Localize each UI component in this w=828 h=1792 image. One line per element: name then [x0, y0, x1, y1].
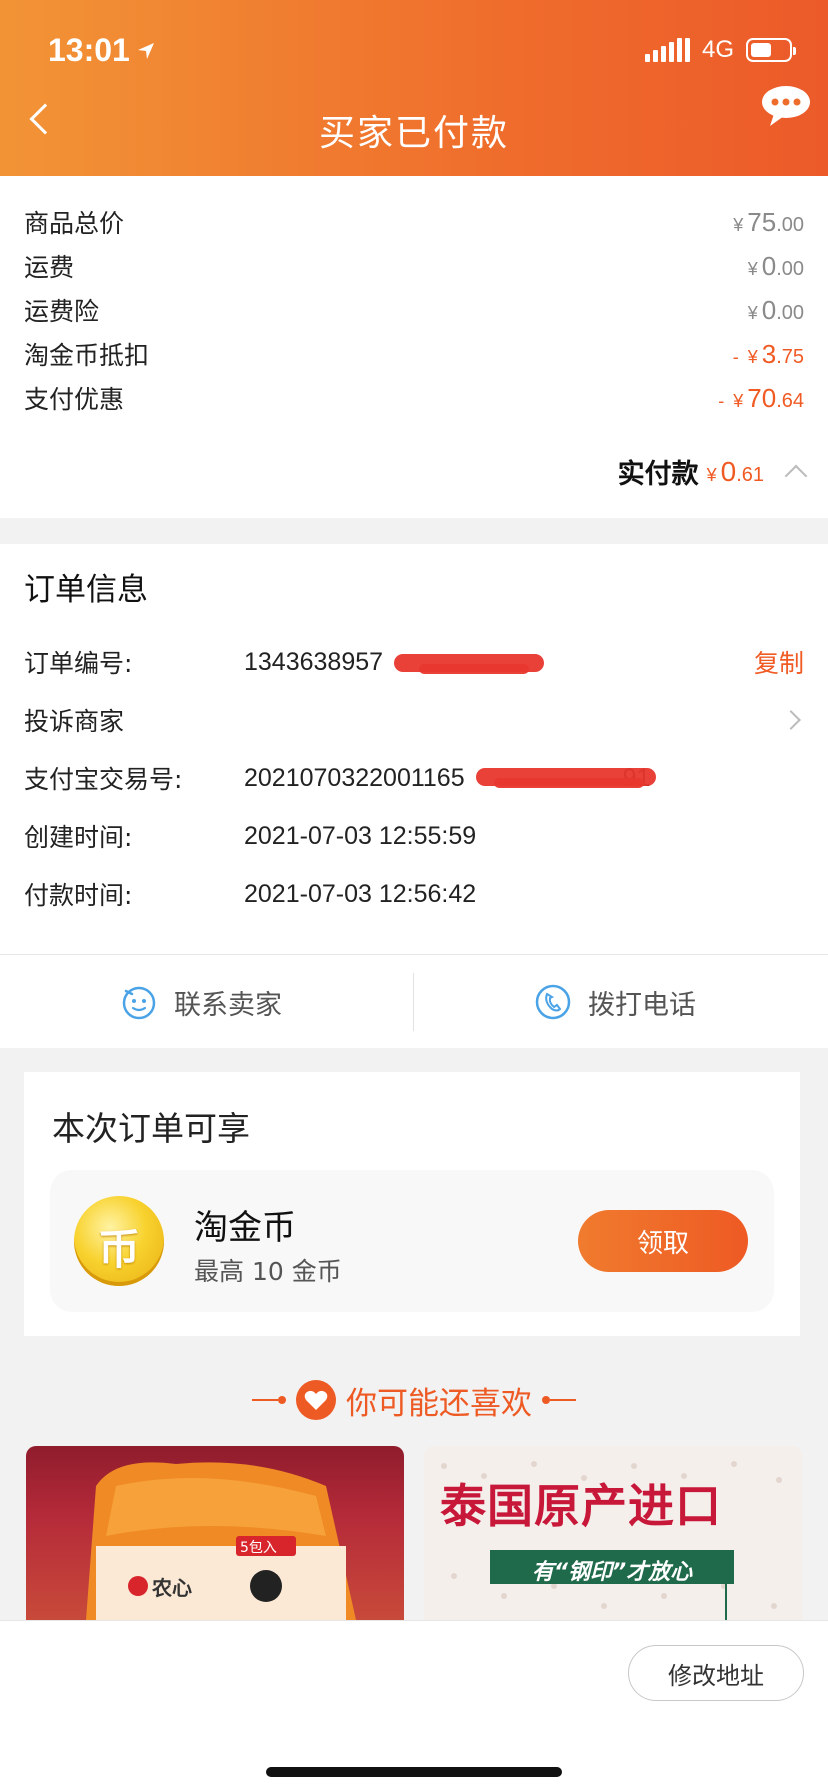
contact-seller-button[interactable]: 联系卖家	[120, 955, 282, 1049]
price-label: 商品总价	[24, 209, 125, 238]
coin-name: 淘金币	[194, 1208, 296, 1248]
order-info: 订单信息 订单编号: 1343638957 复制 投诉商家 支付宝交易号: 20…	[0, 544, 828, 954]
product-image-noodles	[86, 1462, 356, 1620]
call-phone-label: 拨打电话	[588, 989, 696, 1021]
price-value: - ¥3.75	[732, 338, 804, 369]
contact-seller-label: 联系卖家	[174, 989, 282, 1021]
recommend-title: 你可能还喜欢	[346, 1385, 532, 1422]
call-phone-button[interactable]: 拨打电话	[534, 955, 696, 1049]
bottom-action-bar: 修改地址	[0, 1620, 828, 1792]
coin-subtitle: 最高 10 金币	[194, 1257, 342, 1286]
chevron-up-icon[interactable]	[784, 464, 808, 487]
heart-icon	[296, 1380, 336, 1420]
decor-line-left	[252, 1396, 286, 1404]
price-row-total: 商品总价 ¥75.00	[24, 200, 804, 244]
price-value: - ¥70.64	[718, 382, 804, 413]
price-label: 运费	[24, 253, 75, 282]
redaction-mark	[494, 777, 644, 788]
contact-bar: 联系卖家 拨打电话	[0, 954, 828, 1048]
price-label: 淘金币抵扣	[24, 341, 150, 370]
alipay-number-row: 支付宝交易号: 202107032200116591	[24, 756, 804, 800]
actual-payment-label: 实付款	[617, 459, 699, 490]
status-indicators: 4G	[644, 36, 796, 64]
price-value: ¥75.00	[733, 206, 804, 237]
product-headline: 泰国原产进口	[440, 1479, 722, 1533]
price-row-shipping: 运费 ¥0.00	[24, 244, 804, 288]
price-row-coin-deduction: 淘金币抵扣 - ¥3.75	[24, 332, 804, 376]
product-card-1[interactable]: 农心 5包入	[26, 1446, 404, 1620]
coin-reward-card: 币 淘金币 最高 10 金币 领取	[50, 1170, 774, 1312]
actual-payment-value: ¥0.61	[706, 455, 764, 487]
battery-icon	[746, 38, 796, 62]
order-number-row: 订单编号: 1343638957 复制	[24, 640, 804, 684]
recommend-header: 你可能还喜欢	[0, 1374, 828, 1426]
product-banner: 有“钢印”才放心	[531, 1560, 693, 1585]
decor-line-right	[542, 1396, 576, 1404]
order-benefit-card: 本次订单可享 币 淘金币 最高 10 金币 领取	[24, 1072, 800, 1336]
product-tag: 5包入	[240, 1540, 277, 1556]
price-label: 支付优惠	[24, 385, 125, 414]
divider	[413, 973, 414, 1031]
phone-icon	[535, 984, 571, 1020]
status-time-text: 13:01	[48, 32, 130, 68]
product-card-2[interactable]: 泰国原产进口 有“钢印”才放心	[424, 1446, 802, 1620]
price-value: ¥0.00	[747, 250, 804, 281]
alipay-number-label: 支付宝交易号:	[24, 765, 183, 794]
price-value: ¥0.00	[747, 294, 804, 325]
price-row-shipping-insurance: 运费险 ¥0.00	[24, 288, 804, 332]
modify-address-button[interactable]: 修改地址	[628, 1645, 804, 1701]
copy-button[interactable]: 复制	[754, 644, 804, 680]
benefit-title: 本次订单可享	[52, 1109, 250, 1148]
order-number-value: 1343638957	[244, 648, 544, 677]
page-title: 买家已付款	[318, 113, 509, 154]
location-arrow-icon	[137, 42, 154, 59]
chevron-right-icon	[781, 710, 801, 730]
redaction-mark	[419, 663, 529, 674]
complain-merchant-label: 投诉商家	[24, 707, 125, 736]
created-time-label: 创建时间:	[24, 823, 133, 852]
message-icon[interactable]	[760, 84, 812, 128]
gold-coin-icon: 币	[74, 1196, 164, 1286]
product-brand: 农心	[152, 1576, 192, 1600]
created-time-row: 创建时间: 2021-07-03 12:55:59	[24, 814, 804, 858]
order-number-label: 订单编号:	[24, 649, 133, 678]
created-time-value: 2021-07-03 12:55:59	[244, 821, 477, 850]
alipay-number-value: 202107032200116591	[244, 764, 656, 793]
price-summary: 商品总价 ¥75.00 运费 ¥0.00 运费险 ¥0.00 淘金币抵扣 - ¥…	[0, 176, 828, 518]
actual-payment[interactable]: 实付款 ¥0.61	[617, 452, 808, 491]
header-bar: 13:01 4G 买家已付款	[0, 0, 828, 176]
complain-merchant-row[interactable]: 投诉商家	[24, 698, 804, 742]
chat-face-icon	[122, 986, 156, 1020]
order-info-title: 订单信息	[24, 572, 148, 608]
paid-time-label: 付款时间:	[24, 881, 133, 910]
price-label: 运费险	[24, 297, 100, 326]
claim-button[interactable]: 领取	[578, 1210, 748, 1272]
paid-time-value: 2021-07-03 12:56:42	[244, 879, 477, 908]
price-row-payment-discount: 支付优惠 - ¥70.64	[24, 376, 804, 420]
status-time: 13:01	[48, 32, 156, 69]
network-label: 4G	[701, 36, 734, 63]
home-indicator[interactable]	[266, 1767, 562, 1777]
signal-icon	[644, 38, 690, 62]
paid-time-row: 付款时间: 2021-07-03 12:56:42	[24, 872, 804, 916]
